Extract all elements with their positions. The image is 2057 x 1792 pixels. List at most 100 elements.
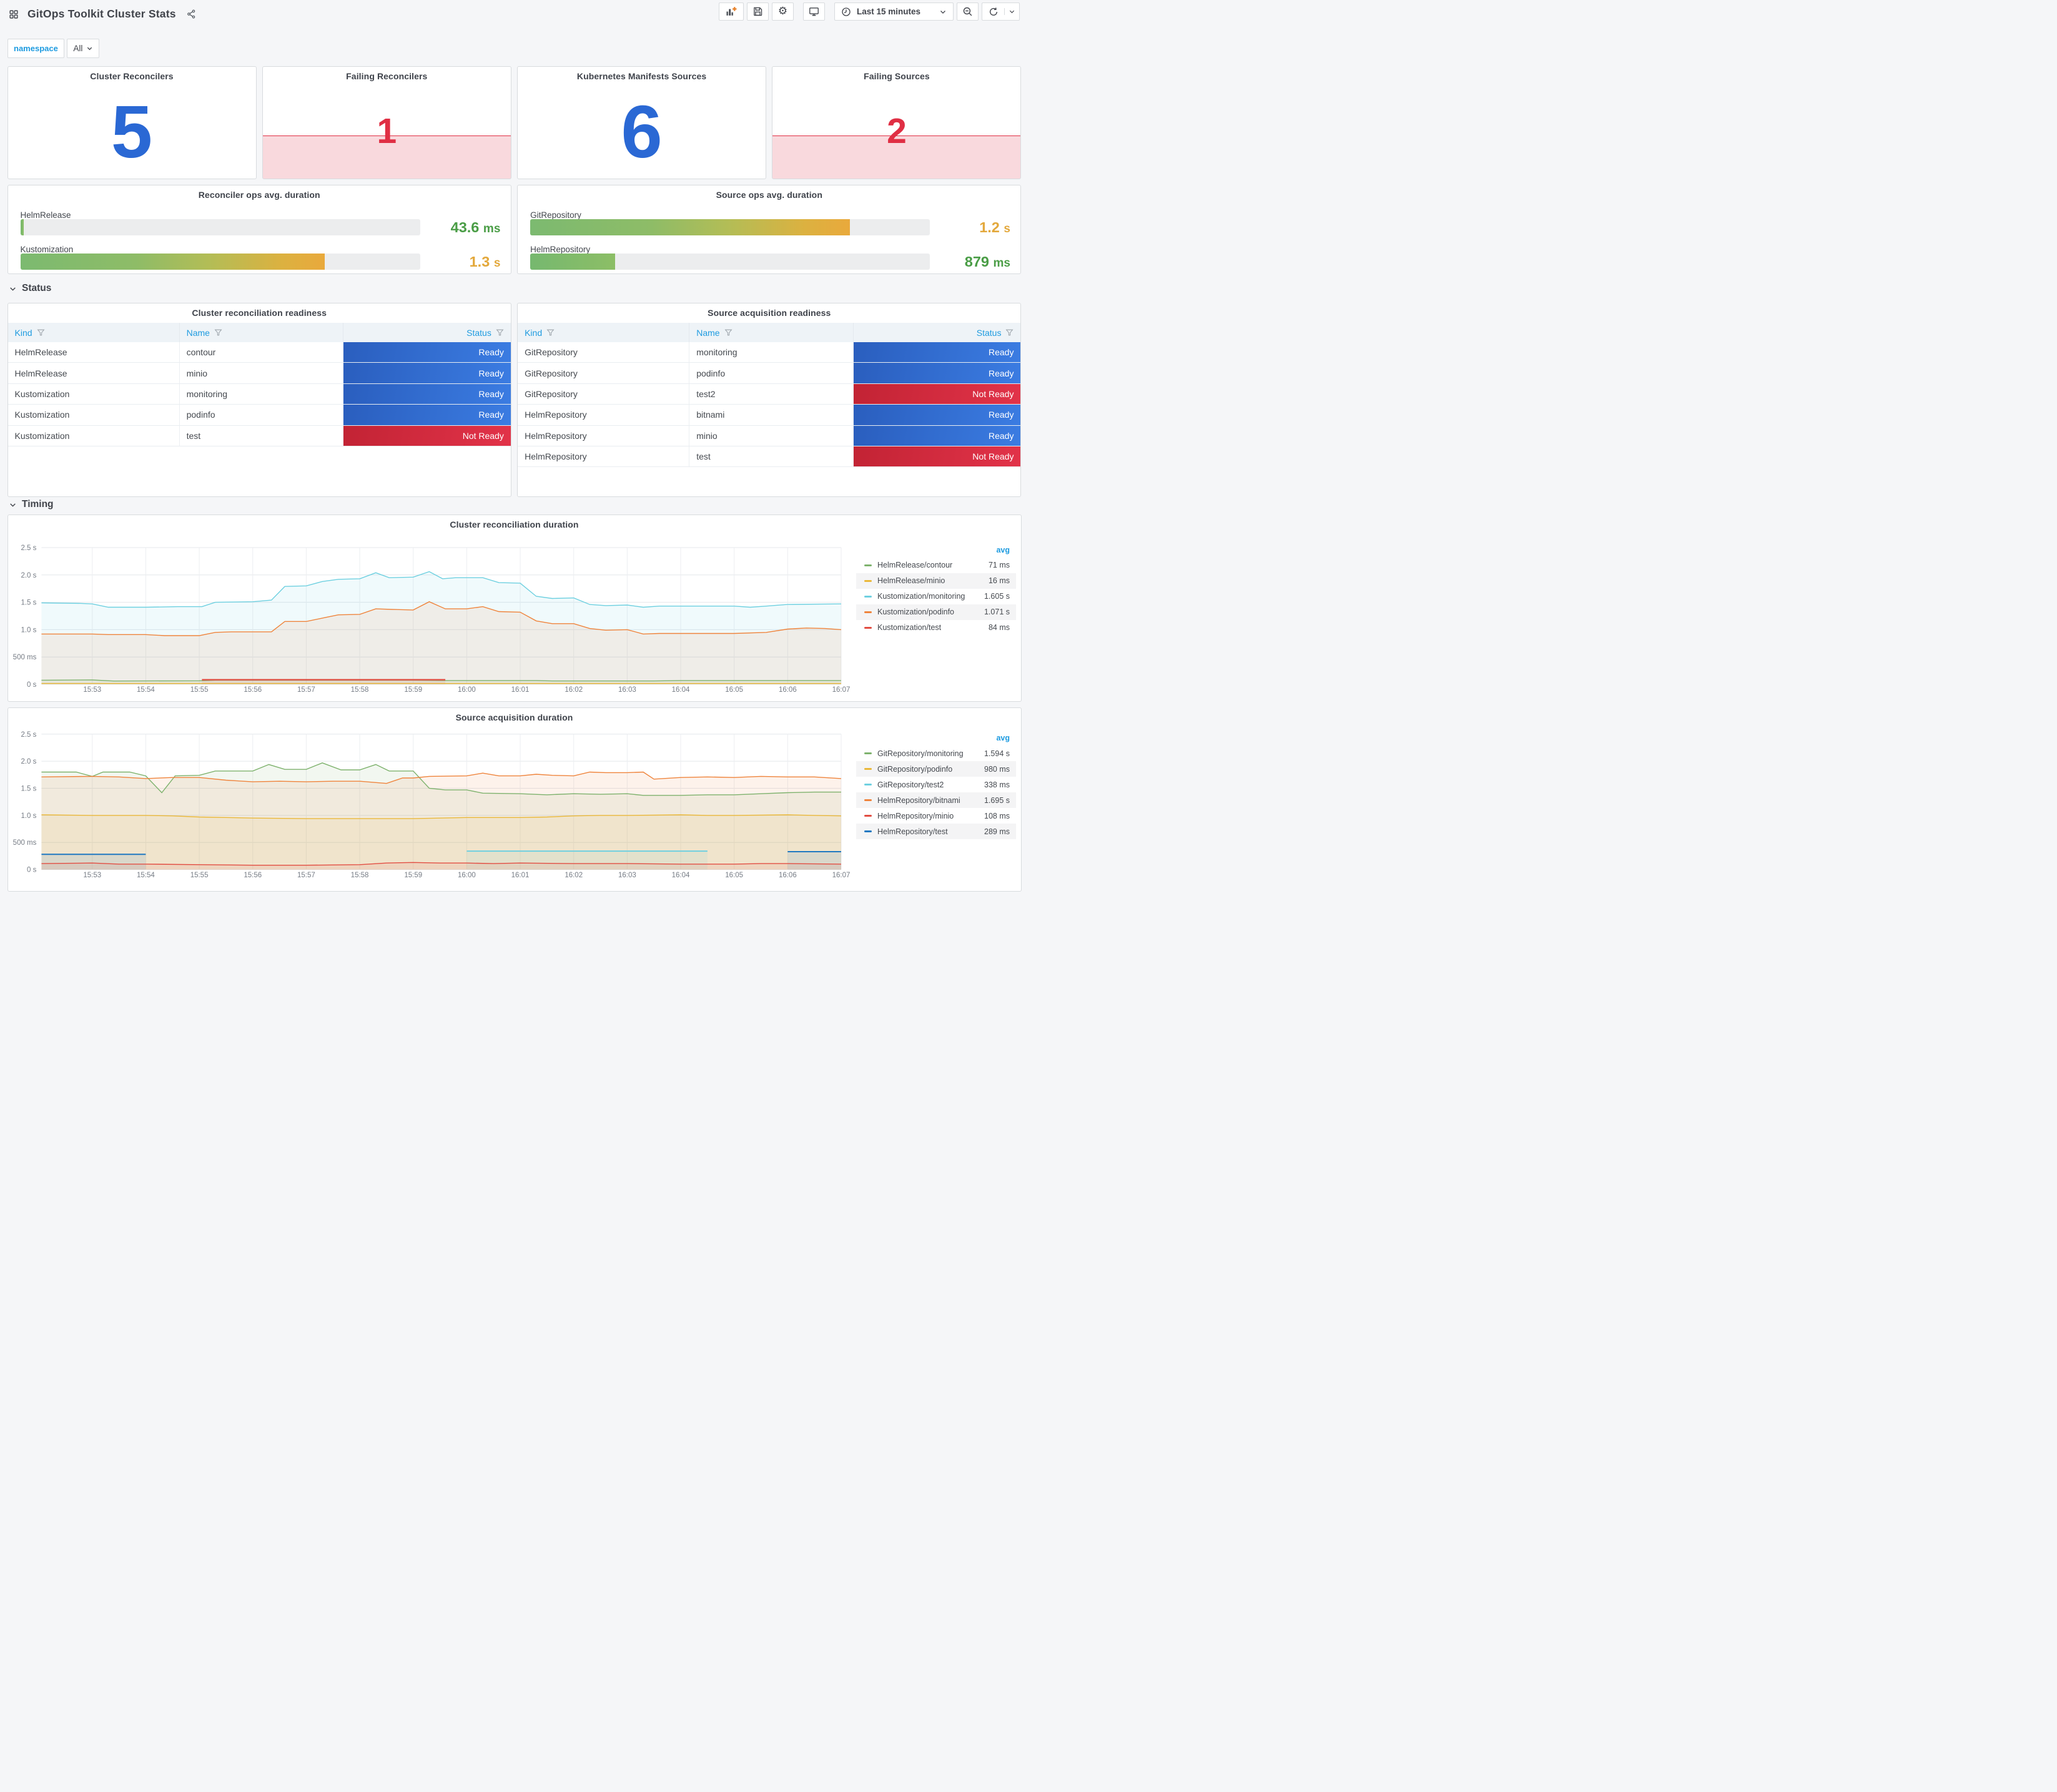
legend-row[interactable]: HelmRepository/test 289 ms xyxy=(856,824,1016,839)
series-name[interactable]: Kustomization/test xyxy=(877,623,989,632)
y-axis-tick-label: 0 s xyxy=(27,681,37,689)
column-header-kind[interactable]: Kind xyxy=(518,323,690,342)
y-axis-tick-label: 1.0 s xyxy=(21,812,36,820)
row-header-status[interactable]: Status xyxy=(9,283,51,294)
series-name[interactable]: GitRepository/test2 xyxy=(877,780,984,789)
y-axis-tick-label: 1.0 s xyxy=(21,626,36,634)
legend-row[interactable]: HelmRepository/minio 108 ms xyxy=(856,808,1016,824)
refresh-interval-dropdown[interactable] xyxy=(1004,8,1019,15)
x-axis-tick-label: 15:57 xyxy=(297,872,315,879)
y-axis-tick-label: 500 ms xyxy=(12,654,36,661)
filter-icon[interactable] xyxy=(496,328,504,337)
gauge-label: HelmRepository xyxy=(530,244,591,254)
refresh-button-group[interactable] xyxy=(982,2,1020,21)
cell-kind: GitRepository xyxy=(518,363,690,383)
table-row: HelmRepository minio Ready xyxy=(518,425,1021,446)
filter-icon[interactable] xyxy=(37,328,45,337)
gauge-value-number: 1.2 xyxy=(979,219,1000,236)
row-header-timing[interactable]: Timing xyxy=(9,499,54,510)
time-range-picker[interactable]: Last 15 minutes xyxy=(834,2,954,21)
series-name[interactable]: GitRepository/monitoring xyxy=(877,749,984,758)
legend-row[interactable]: Kustomization/podinfo 1.071 s xyxy=(856,604,1016,620)
series-name[interactable]: Kustomization/monitoring xyxy=(877,592,984,601)
cell-status: Not Ready xyxy=(853,383,1021,405)
cell-status: Ready xyxy=(853,363,1021,383)
x-axis-tick-label: 15:56 xyxy=(244,872,262,879)
gauge-fill xyxy=(530,219,851,236)
panel-reconciler-ops-avg-duration: Reconciler ops avg. duration HelmRelease… xyxy=(7,185,511,274)
column-header-status[interactable]: Status xyxy=(343,323,511,342)
gauge-label: GitRepository xyxy=(530,210,581,220)
filter-icon[interactable] xyxy=(1005,328,1014,337)
share-icon[interactable] xyxy=(187,9,196,19)
series-color-dash xyxy=(864,579,872,582)
gauge-value-unit: ms xyxy=(483,222,501,236)
series-name[interactable]: HelmRepository/test xyxy=(877,827,984,836)
column-header-name[interactable]: Name xyxy=(689,323,854,342)
legend-row[interactable]: HelmRelease/contour 71 ms xyxy=(856,558,1016,573)
x-axis-tick-label: 16:05 xyxy=(725,872,743,879)
save-icon xyxy=(752,6,763,17)
zoom-out-button[interactable] xyxy=(957,2,979,21)
x-axis-tick-label: 15:59 xyxy=(404,872,422,879)
panel-title: Cluster Reconcilers xyxy=(90,71,174,81)
table-header-row: Kind Name Status xyxy=(518,323,1021,342)
refresh-icon[interactable] xyxy=(982,7,1004,17)
column-header-status[interactable]: Status xyxy=(854,323,1021,342)
legend-avg-header[interactable]: avg xyxy=(856,731,1016,746)
cell-status: Ready xyxy=(343,405,511,425)
series-name[interactable]: HelmRelease/minio xyxy=(877,576,989,585)
kiosk-mode-button[interactable] xyxy=(802,2,825,21)
x-axis-tick-label: 16:00 xyxy=(457,686,475,694)
chevron-down-icon xyxy=(86,45,93,52)
series-color-dash xyxy=(864,626,872,629)
gauge-value: 879 ms xyxy=(965,254,1010,272)
table-row: HelmRepository test Not Ready xyxy=(518,446,1021,468)
cell-status: Ready xyxy=(343,342,511,363)
legend-row[interactable]: Kustomization/monitoring 1.605 s xyxy=(856,589,1016,604)
cell-name: test xyxy=(180,425,344,446)
filter-icon[interactable] xyxy=(724,328,733,337)
panel-source-ops-avg-duration: Source ops avg. duration GitRepository 1.… xyxy=(517,185,1022,274)
series-name[interactable]: HelmRelease/contour xyxy=(877,561,989,569)
y-axis-tick-label: 500 ms xyxy=(12,839,36,847)
legend-row[interactable]: GitRepository/test2 338 ms xyxy=(856,777,1016,792)
cell-name: contour xyxy=(180,342,344,363)
stat-value: 5 xyxy=(111,91,153,174)
legend-row[interactable]: HelmRelease/minio 16 ms xyxy=(856,573,1016,589)
series-name[interactable]: GitRepository/podinfo xyxy=(877,765,984,774)
series-avg-value: 84 ms xyxy=(988,623,1010,632)
legend-avg-header[interactable]: avg xyxy=(856,543,1016,558)
series-name[interactable]: HelmRepository/bitnami xyxy=(877,796,984,805)
panel-title: Kubernetes Manifests Sources xyxy=(576,71,707,81)
series-avg-value: 980 ms xyxy=(984,764,1010,774)
column-header-name[interactable]: Name xyxy=(180,323,344,342)
x-axis-tick-label: 16:04 xyxy=(671,686,689,694)
add-panel-button[interactable] xyxy=(718,2,744,21)
legend-row[interactable]: GitRepository/monitoring 1.594 s xyxy=(856,746,1016,761)
cell-status: Ready xyxy=(853,342,1021,363)
filter-icon[interactable] xyxy=(546,328,555,337)
time-range-label: Last 15 minutes xyxy=(856,7,920,16)
legend-row[interactable]: Kustomization/test 84 ms xyxy=(856,620,1016,636)
column-header-kind[interactable]: Kind xyxy=(8,323,180,342)
table-header-row: Kind Name Status xyxy=(7,323,511,342)
legend-row[interactable]: HelmRepository/bitnami 1.695 s xyxy=(856,792,1016,808)
gauge-track xyxy=(20,253,420,270)
x-axis-tick-label: 16:06 xyxy=(778,872,796,879)
series-avg-value: 16 ms xyxy=(988,576,1010,585)
cell-name: podinfo xyxy=(689,363,854,383)
cell-status: Ready xyxy=(343,383,511,405)
legend-row[interactable]: GitRepository/podinfo 980 ms xyxy=(856,761,1016,777)
series-name[interactable]: HelmRepository/minio xyxy=(877,812,984,820)
cell-kind: HelmRepository xyxy=(518,405,690,425)
dashboard-settings-button[interactable]: ⚙ xyxy=(771,2,794,21)
series-avg-value: 1.594 s xyxy=(984,749,1010,758)
filter-icon[interactable] xyxy=(214,328,222,337)
variable-namespace-value[interactable]: All xyxy=(67,38,100,58)
gauge-label: HelmRelease xyxy=(20,210,71,220)
series-name[interactable]: Kustomization/podinfo xyxy=(877,608,984,616)
series-color-dash xyxy=(864,784,872,785)
save-dashboard-button[interactable] xyxy=(746,2,769,21)
series-color-dash xyxy=(864,830,872,832)
